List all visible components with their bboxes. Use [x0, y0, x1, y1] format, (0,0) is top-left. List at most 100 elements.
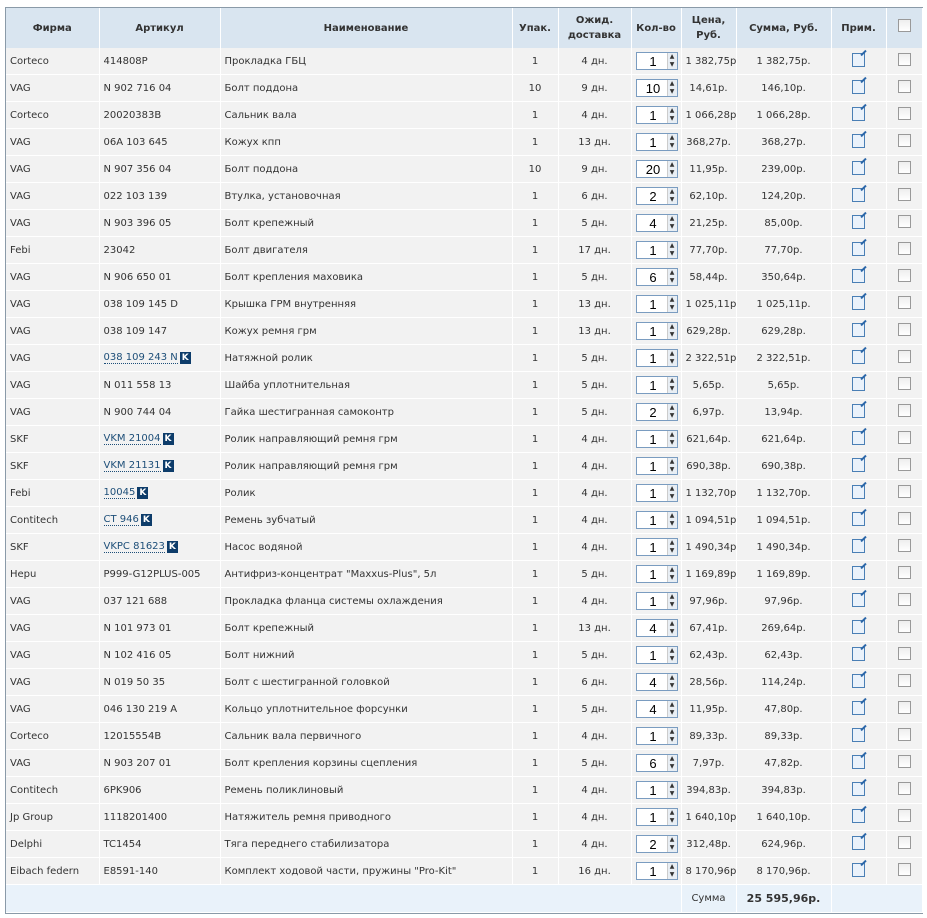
spin-arrows-icon[interactable]: ▲ ▼	[666, 593, 677, 609]
row-checkbox[interactable]	[897, 107, 911, 120]
row-checkbox[interactable]	[897, 404, 911, 417]
select-all-checkbox[interactable]	[897, 19, 911, 32]
quantity-value[interactable]: 1	[637, 351, 667, 366]
edit-note-icon[interactable]	[852, 862, 865, 877]
catalog-badge-icon[interactable]: K	[179, 352, 191, 364]
catalog-badge-icon[interactable]: K	[140, 514, 152, 526]
spin-arrows-icon[interactable]: ▲ ▼	[666, 161, 677, 177]
spin-arrows-icon[interactable]: ▲ ▼	[666, 296, 677, 312]
spin-arrows-icon[interactable]: ▲ ▼	[666, 836, 677, 852]
spin-arrows-icon[interactable]: ▲ ▼	[666, 566, 677, 582]
catalog-badge-icon[interactable]: K	[162, 433, 174, 445]
edit-note-icon[interactable]	[852, 484, 865, 499]
edit-note-icon[interactable]	[852, 322, 865, 337]
spin-arrows-icon[interactable]: ▲ ▼	[666, 620, 677, 636]
edit-note-icon[interactable]	[852, 106, 865, 121]
quantity-value[interactable]: 1	[637, 729, 667, 744]
spin-arrows-icon[interactable]: ▲ ▼	[666, 80, 677, 96]
quantity-stepper[interactable]: 2 ▲ ▼	[635, 187, 678, 205]
spin-arrows-icon[interactable]: ▲ ▼	[666, 485, 677, 501]
quantity-stepper[interactable]: 4 ▲ ▼	[635, 700, 678, 718]
edit-note-icon[interactable]	[852, 187, 865, 202]
row-checkbox[interactable]	[897, 188, 911, 201]
quantity-stepper[interactable]: 1 ▲ ▼	[635, 52, 678, 70]
row-checkbox[interactable]	[897, 215, 911, 228]
row-checkbox[interactable]	[897, 80, 911, 93]
quantity-value[interactable]: 1	[637, 378, 667, 393]
quantity-value[interactable]: 1	[637, 486, 667, 501]
row-checkbox[interactable]	[897, 539, 911, 552]
row-checkbox[interactable]	[897, 161, 911, 174]
spin-arrows-icon[interactable]: ▲ ▼	[666, 242, 677, 258]
row-checkbox[interactable]	[897, 836, 911, 849]
spin-arrows-icon[interactable]: ▲ ▼	[666, 404, 677, 420]
quantity-value[interactable]: 1	[637, 324, 667, 339]
quantity-stepper[interactable]: 1 ▲ ▼	[635, 511, 678, 529]
row-checkbox[interactable]	[897, 620, 911, 633]
quantity-value[interactable]: 2	[637, 189, 667, 204]
article-link[interactable]: 10045	[103, 487, 136, 499]
quantity-stepper[interactable]: 6 ▲ ▼	[635, 268, 678, 286]
spin-arrows-icon[interactable]: ▲ ▼	[666, 647, 677, 663]
article-link[interactable]: VKM 21004	[103, 433, 161, 445]
quantity-stepper[interactable]: 1 ▲ ▼	[635, 646, 678, 664]
quantity-value[interactable]: 1	[637, 108, 667, 123]
spin-arrows-icon[interactable]: ▲ ▼	[666, 701, 677, 717]
quantity-stepper[interactable]: 1 ▲ ▼	[635, 484, 678, 502]
quantity-value[interactable]: 1	[637, 810, 667, 825]
quantity-value[interactable]: 6	[637, 756, 667, 771]
spin-arrows-icon[interactable]: ▲ ▼	[666, 458, 677, 474]
article-link[interactable]: 038 109 243 N	[103, 352, 178, 364]
row-checkbox[interactable]	[897, 512, 911, 525]
edit-note-icon[interactable]	[852, 79, 865, 94]
quantity-value[interactable]: 1	[637, 567, 667, 582]
quantity-stepper[interactable]: 1 ▲ ▼	[635, 457, 678, 475]
row-checkbox[interactable]	[897, 782, 911, 795]
quantity-value[interactable]: 1	[637, 135, 667, 150]
quantity-value[interactable]: 4	[637, 675, 667, 690]
quantity-stepper[interactable]: 1 ▲ ▼	[635, 295, 678, 313]
catalog-badge-icon[interactable]: K	[137, 487, 149, 499]
quantity-value[interactable]: 1	[637, 54, 667, 69]
edit-note-icon[interactable]	[852, 376, 865, 391]
row-checkbox[interactable]	[897, 134, 911, 147]
quantity-value[interactable]: 4	[637, 621, 667, 636]
row-checkbox[interactable]	[897, 566, 911, 579]
quantity-value[interactable]: 6	[637, 270, 667, 285]
row-checkbox[interactable]	[897, 809, 911, 822]
spin-arrows-icon[interactable]: ▲ ▼	[666, 107, 677, 123]
edit-note-icon[interactable]	[852, 295, 865, 310]
row-checkbox[interactable]	[897, 53, 911, 66]
quantity-stepper[interactable]: 1 ▲ ▼	[635, 862, 678, 880]
quantity-stepper[interactable]: 1 ▲ ▼	[635, 322, 678, 340]
quantity-value[interactable]: 1	[637, 297, 667, 312]
edit-note-icon[interactable]	[852, 646, 865, 661]
quantity-stepper[interactable]: 1 ▲ ▼	[635, 727, 678, 745]
quantity-stepper[interactable]: 4 ▲ ▼	[635, 673, 678, 691]
row-checkbox[interactable]	[897, 323, 911, 336]
quantity-value[interactable]: 1	[637, 513, 667, 528]
edit-note-icon[interactable]	[852, 457, 865, 472]
edit-note-icon[interactable]	[852, 403, 865, 418]
quantity-stepper[interactable]: 1 ▲ ▼	[635, 808, 678, 826]
spin-arrows-icon[interactable]: ▲ ▼	[666, 323, 677, 339]
article-link[interactable]: VKM 21131	[103, 460, 161, 472]
edit-note-icon[interactable]	[852, 700, 865, 715]
quantity-value[interactable]: 1	[637, 540, 667, 555]
quantity-value[interactable]: 1	[637, 783, 667, 798]
edit-note-icon[interactable]	[852, 241, 865, 256]
edit-note-icon[interactable]	[852, 781, 865, 796]
quantity-stepper[interactable]: 1 ▲ ▼	[635, 781, 678, 799]
spin-arrows-icon[interactable]: ▲ ▼	[666, 431, 677, 447]
row-checkbox[interactable]	[897, 593, 911, 606]
edit-note-icon[interactable]	[852, 268, 865, 283]
edit-note-icon[interactable]	[852, 349, 865, 364]
quantity-stepper[interactable]: 1 ▲ ▼	[635, 376, 678, 394]
edit-note-icon[interactable]	[852, 430, 865, 445]
spin-arrows-icon[interactable]: ▲ ▼	[666, 539, 677, 555]
edit-note-icon[interactable]	[852, 808, 865, 823]
article-link[interactable]: VKPC 81623	[103, 541, 165, 553]
spin-arrows-icon[interactable]: ▲ ▼	[666, 674, 677, 690]
quantity-stepper[interactable]: 1 ▲ ▼	[635, 349, 678, 367]
row-checkbox[interactable]	[897, 350, 911, 363]
